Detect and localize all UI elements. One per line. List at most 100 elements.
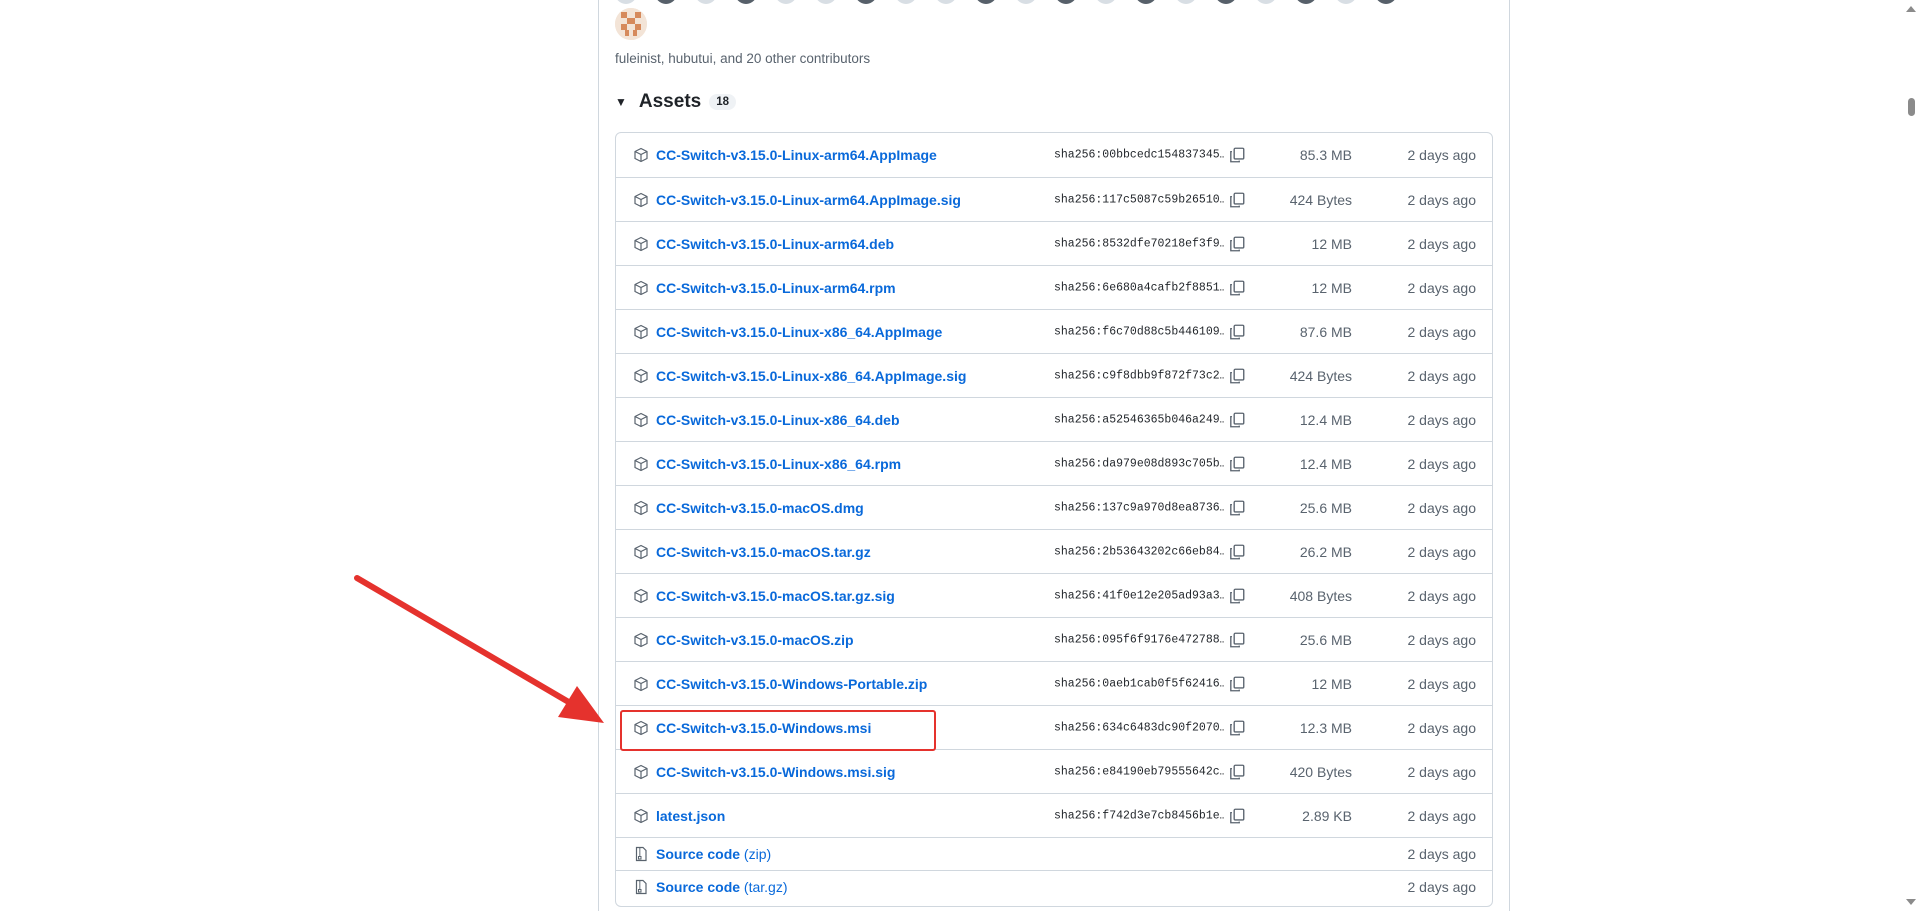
copy-icon[interactable] [1228, 411, 1246, 429]
copy-icon[interactable] [1228, 323, 1246, 341]
table-row: CC-Switch-v3.15.0-Windows.msi sha256:634c… [616, 705, 1492, 749]
scroll-down-icon[interactable] [1906, 899, 1916, 905]
asset-download-link[interactable]: CC-Switch-v3.15.0-Windows.msi.sig [656, 764, 895, 780]
copy-icon[interactable] [1228, 235, 1246, 253]
copy-icon[interactable] [1228, 279, 1246, 297]
asset-sha: sha256:6e680a4cafb2f8851… [1054, 281, 1224, 294]
package-icon [633, 236, 649, 252]
asset-download-link[interactable]: CC-Switch-v3.15.0-Linux-arm64.rpm [656, 280, 896, 296]
avatar[interactable] [895, 0, 917, 4]
copy-icon[interactable] [1228, 543, 1246, 561]
vertical-scrollbar[interactable] [1903, 0, 1920, 911]
source-code-link[interactable]: Source code (tar.gz) [656, 879, 788, 895]
asset-date: 2 days ago [1407, 411, 1477, 428]
asset-download-link[interactable]: CC-Switch-v3.15.0-macOS.dmg [656, 500, 864, 516]
source-code-format: (tar.gz) [743, 879, 788, 895]
asset-download-link[interactable]: CC-Switch-v3.15.0-Linux-x86_64.AppImage.… [656, 368, 966, 384]
asset-download-link[interactable]: CC-Switch-v3.15.0-Linux-arm64.deb [656, 236, 894, 252]
asset-download-link[interactable]: CC-Switch-v3.15.0-macOS.zip [656, 632, 854, 648]
asset-size: 12 MB [1311, 675, 1352, 692]
avatar[interactable] [855, 0, 877, 4]
table-row: Source code (tar.gz) 2 days ago [616, 870, 1492, 903]
asset-sha: sha256:f6c70d88c5b446109… [1054, 325, 1224, 338]
asset-date: 2 days ago [1407, 191, 1477, 208]
asset-download-link[interactable]: CC-Switch-v3.15.0-macOS.tar.gz [656, 544, 871, 560]
asset-date: 2 days ago [1407, 631, 1477, 648]
asset-sha: sha256:0aeb1cab0f5f62416… [1054, 677, 1224, 690]
package-icon [633, 280, 649, 296]
asset-sha: sha256:00bbcedc154837345… [1054, 148, 1224, 162]
avatar[interactable] [695, 0, 717, 4]
assets-toggle[interactable]: ▼ Assets 18 [615, 90, 737, 114]
table-row: CC-Switch-v3.15.0-macOS.dmg sha256:137c9a… [616, 485, 1492, 529]
avatar[interactable] [655, 0, 677, 4]
table-row: CC-Switch-v3.15.0-Linux-x86_64.rpm sha256… [616, 441, 1492, 485]
asset-size: 424 Bytes [1289, 367, 1352, 384]
table-row: CC-Switch-v3.15.0-Linux-arm64.deb sha256:… [616, 221, 1492, 265]
avatar[interactable] [1135, 0, 1157, 4]
asset-size: 26.2 MB [1299, 543, 1352, 560]
avatar[interactable] [1375, 0, 1397, 4]
table-row: CC-Switch-v3.15.0-Linux-arm64.rpm sha256:… [616, 265, 1492, 309]
scrollbar-thumb[interactable] [1908, 98, 1915, 116]
avatar[interactable] [775, 0, 797, 4]
copy-icon[interactable] [1228, 191, 1246, 209]
asset-size: 12.4 MB [1299, 411, 1352, 428]
avatar[interactable] [1295, 0, 1317, 4]
file-zip-icon [633, 879, 649, 895]
avatar[interactable] [975, 0, 997, 4]
copy-icon[interactable] [1228, 719, 1246, 737]
copy-icon[interactable] [1228, 146, 1246, 164]
table-row: CC-Switch-v3.15.0-Linux-x86_64.deb sha256… [616, 397, 1492, 441]
asset-sha: sha256:41f0e12e205ad93a3… [1054, 589, 1224, 602]
asset-download-link[interactable]: CC-Switch-v3.15.0-Linux-x86_64.deb [656, 412, 900, 428]
asset-date: 2 days ago [1407, 675, 1477, 692]
file-zip-icon [633, 846, 649, 862]
avatar[interactable] [1335, 0, 1357, 4]
asset-date: 2 days ago [1407, 455, 1477, 472]
avatar[interactable] [1255, 0, 1277, 4]
avatar[interactable] [815, 0, 837, 4]
copy-icon[interactable] [1228, 587, 1246, 605]
table-row: CC-Switch-v3.15.0-Linux-x86_64.AppImage s… [616, 309, 1492, 353]
avatar[interactable] [615, 8, 647, 40]
asset-download-link[interactable]: CC-Switch-v3.15.0-Linux-x86_64.rpm [656, 456, 901, 472]
avatar[interactable] [1095, 0, 1117, 4]
copy-icon[interactable] [1228, 455, 1246, 473]
copy-icon[interactable] [1228, 807, 1246, 825]
asset-sha: sha256:634c6483dc90f2070… [1054, 721, 1224, 734]
asset-sha: sha256:8532dfe70218ef3f9… [1054, 237, 1224, 250]
asset-download-link[interactable]: CC-Switch-v3.15.0-Linux-x86_64.AppImage [656, 324, 942, 340]
avatar[interactable] [615, 0, 637, 4]
avatar[interactable] [1215, 0, 1237, 4]
asset-size: 12.3 MB [1299, 719, 1352, 736]
copy-icon[interactable] [1228, 499, 1246, 517]
package-icon [633, 720, 649, 736]
copy-icon[interactable] [1228, 763, 1246, 781]
avatar[interactable] [1055, 0, 1077, 4]
copy-icon[interactable] [1228, 367, 1246, 385]
asset-sha: sha256:2b53643202c66eb84… [1054, 545, 1224, 558]
table-row: Source code (zip) 2 days ago [616, 837, 1492, 870]
source-code-format: (zip) [743, 846, 772, 862]
asset-sha: sha256:095f6f9176e472788… [1054, 633, 1224, 646]
copy-icon[interactable] [1228, 675, 1246, 693]
source-code-link[interactable]: Source code (zip) [656, 846, 771, 862]
avatar[interactable] [1175, 0, 1197, 4]
avatar[interactable] [735, 0, 757, 4]
asset-download-link[interactable]: CC-Switch-v3.15.0-Linux-arm64.AppImage [656, 147, 937, 163]
copy-icon[interactable] [1228, 631, 1246, 649]
avatar[interactable] [935, 0, 957, 4]
scroll-up-icon[interactable] [1906, 6, 1916, 12]
asset-download-link[interactable]: CC-Switch-v3.15.0-Windows.msi [656, 720, 871, 736]
asset-download-link[interactable]: CC-Switch-v3.15.0-Linux-arm64.AppImage.s… [656, 192, 961, 208]
asset-download-link[interactable]: CC-Switch-v3.15.0-Windows-Portable.zip [656, 676, 927, 692]
asset-size: 25.6 MB [1299, 631, 1352, 648]
asset-size: 25.6 MB [1299, 499, 1352, 516]
asset-download-link[interactable]: CC-Switch-v3.15.0-macOS.tar.gz.sig [656, 588, 895, 604]
asset-download-link[interactable]: latest.json [656, 808, 725, 824]
avatar[interactable] [1015, 0, 1037, 4]
package-icon [633, 192, 649, 208]
table-row: CC-Switch-v3.15.0-macOS.tar.gz.sig sha256… [616, 573, 1492, 617]
asset-date: 2 days ago [1407, 807, 1477, 824]
